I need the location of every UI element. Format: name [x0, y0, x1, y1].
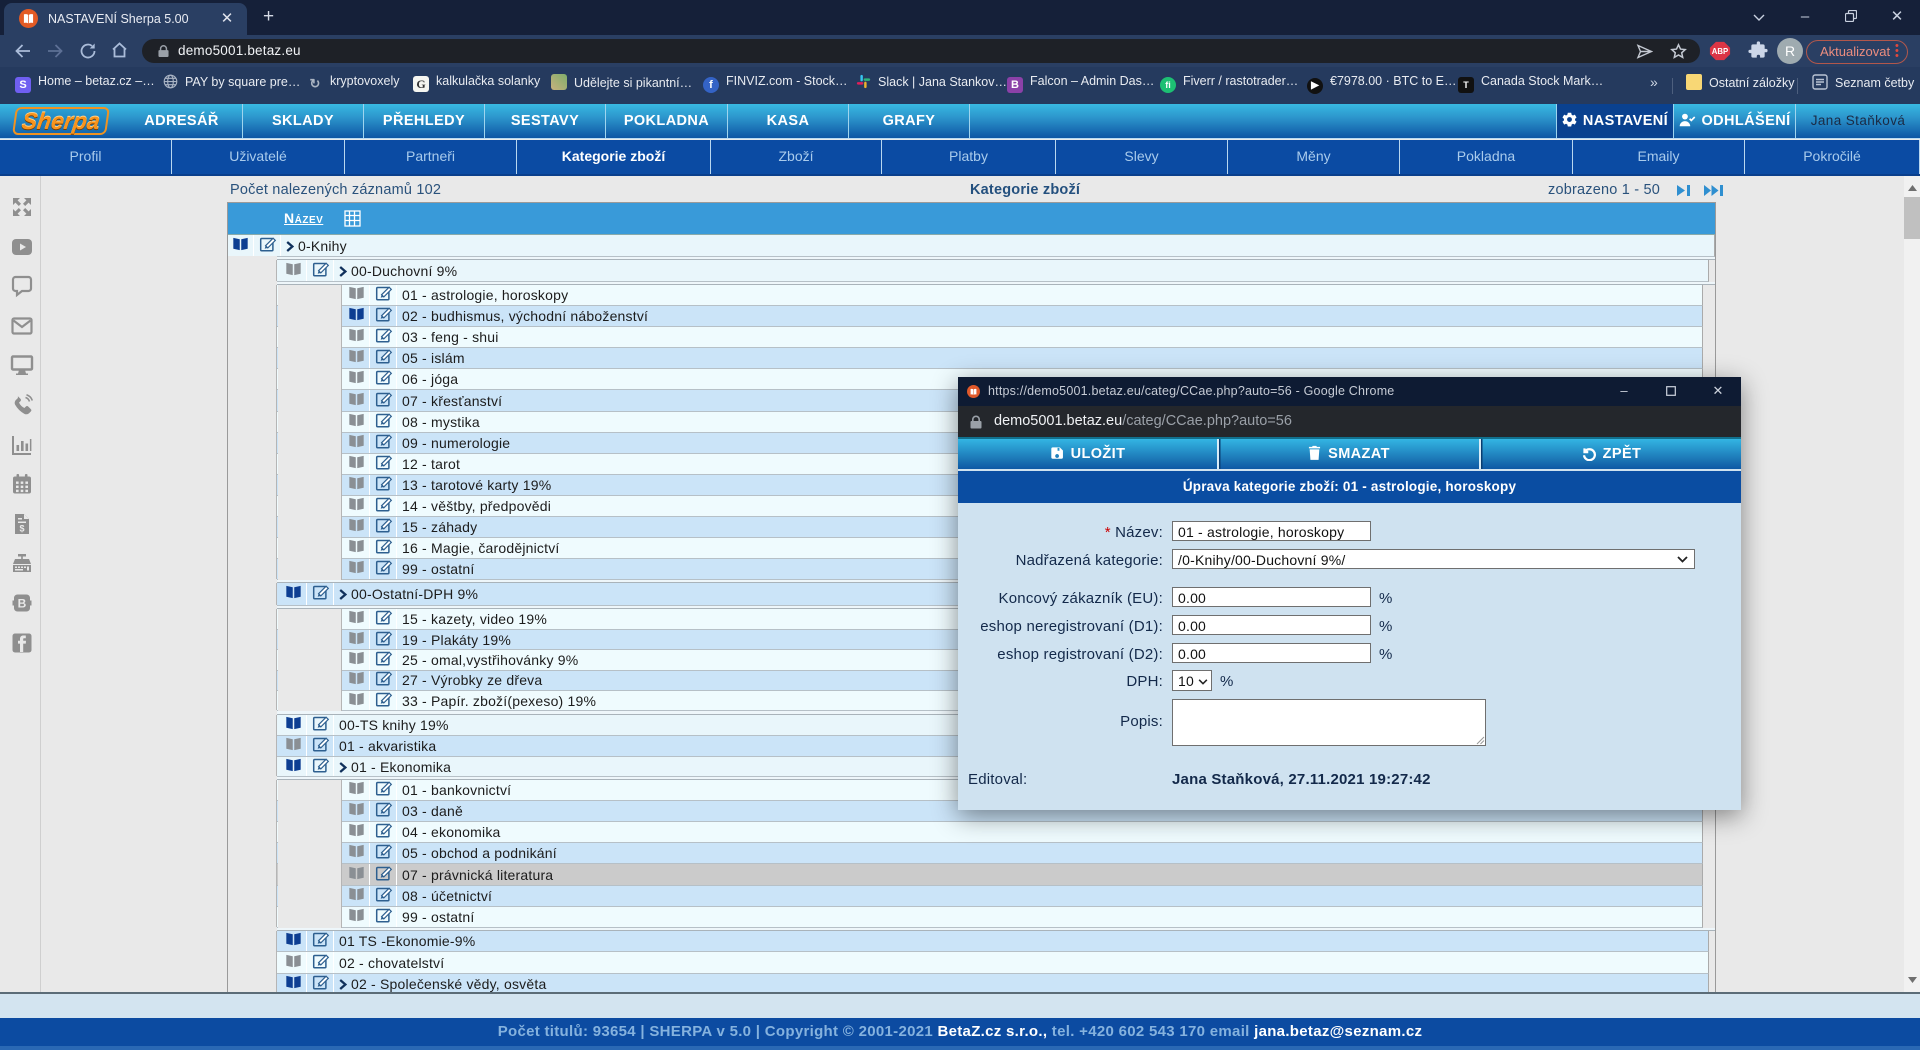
svg-text:B: B: [18, 597, 27, 611]
svg-text:$: $: [19, 523, 24, 533]
svg-text:ABP: ABP: [1712, 47, 1728, 56]
